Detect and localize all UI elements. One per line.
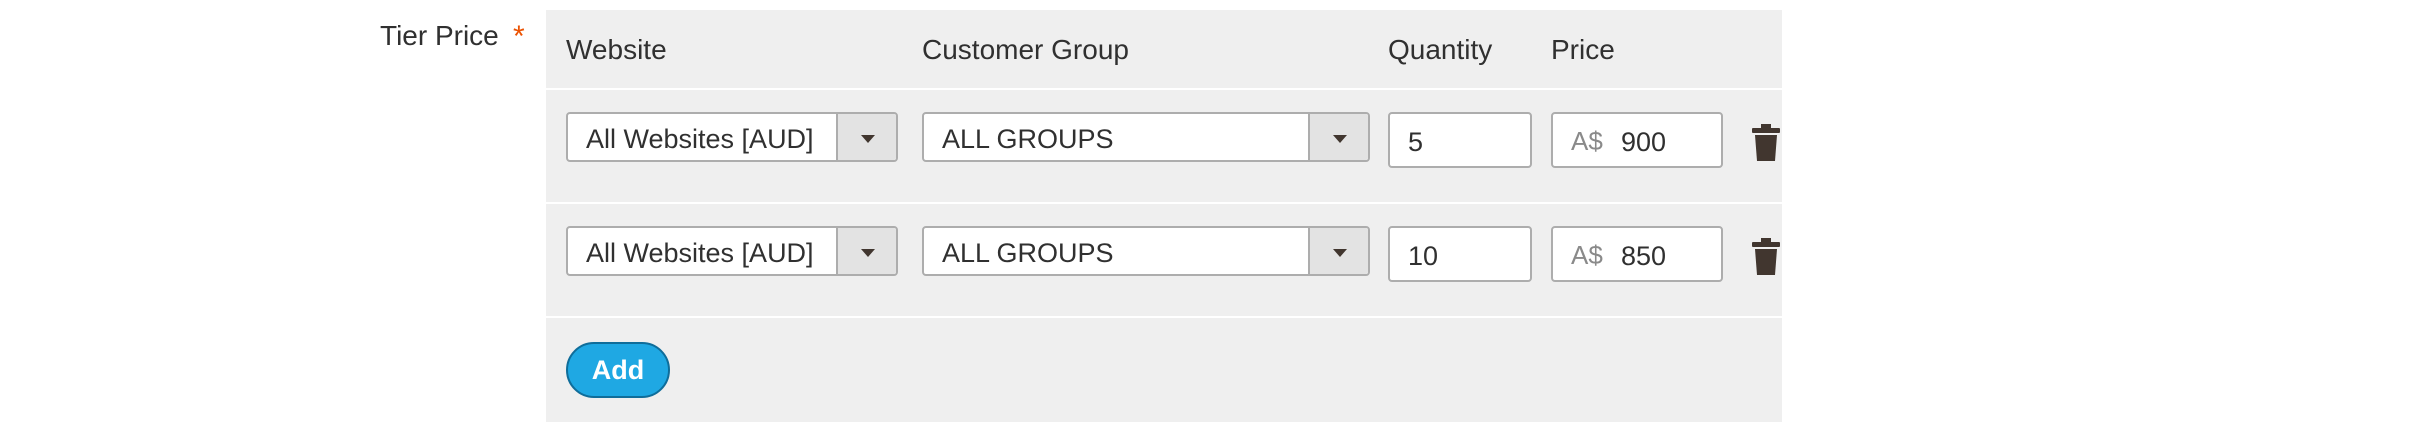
add-tier-button[interactable]: Add — [566, 342, 670, 398]
price-input[interactable]: A$ 900 — [1551, 112, 1723, 168]
price-input-value: 900 — [1621, 127, 1667, 157]
price-input[interactable]: A$ 850 — [1551, 226, 1723, 282]
header-website: Website — [566, 34, 667, 65]
trash-icon[interactable] — [1751, 124, 1781, 162]
customer-group-select-value: ALL GROUPS — [942, 238, 1114, 268]
customer-group-select-value: ALL GROUPS — [942, 124, 1114, 154]
quantity-input-value: 5 — [1408, 127, 1424, 157]
currency-symbol: A$ — [1571, 240, 1603, 270]
website-select-toggle[interactable] — [836, 228, 896, 274]
chevron-down-icon — [1333, 249, 1347, 257]
tier-row: All Websites [AUD] ALL GROUPS 5 A$ 900 — [546, 90, 1782, 204]
price-input-value: 850 — [1621, 241, 1667, 271]
chevron-down-icon — [861, 135, 875, 143]
quantity-input[interactable]: 10 — [1388, 226, 1532, 282]
tier-row: All Websites [AUD] ALL GROUPS 10 A$ 850 — [546, 204, 1782, 318]
tier-price-label: Tier Price — [380, 20, 499, 51]
website-select-toggle[interactable] — [836, 114, 896, 160]
quantity-input-value: 10 — [1408, 241, 1439, 271]
tier-price-table: Website Customer Group Quantity Price Al… — [546, 10, 1782, 422]
chevron-down-icon — [1333, 135, 1347, 143]
required-indicator: * — [513, 20, 525, 53]
website-select[interactable]: All Websites [AUD] — [566, 226, 898, 276]
trash-icon[interactable] — [1751, 238, 1781, 276]
header-price: Price — [1551, 34, 1615, 65]
website-select[interactable]: All Websites [AUD] — [566, 112, 898, 162]
customer-group-select[interactable]: ALL GROUPS — [922, 112, 1370, 162]
customer-group-select-toggle[interactable] — [1308, 228, 1368, 274]
website-select-value: All Websites [AUD] — [586, 238, 814, 268]
header-customer-group: Customer Group — [922, 34, 1129, 65]
currency-symbol: A$ — [1571, 126, 1603, 156]
quantity-input[interactable]: 5 — [1388, 112, 1532, 168]
website-select-value: All Websites [AUD] — [586, 124, 814, 154]
table-header: Website Customer Group Quantity Price — [546, 10, 1782, 90]
header-quantity: Quantity — [1388, 34, 1493, 65]
customer-group-select-toggle[interactable] — [1308, 114, 1368, 160]
chevron-down-icon — [861, 249, 875, 257]
customer-group-select[interactable]: ALL GROUPS — [922, 226, 1370, 276]
